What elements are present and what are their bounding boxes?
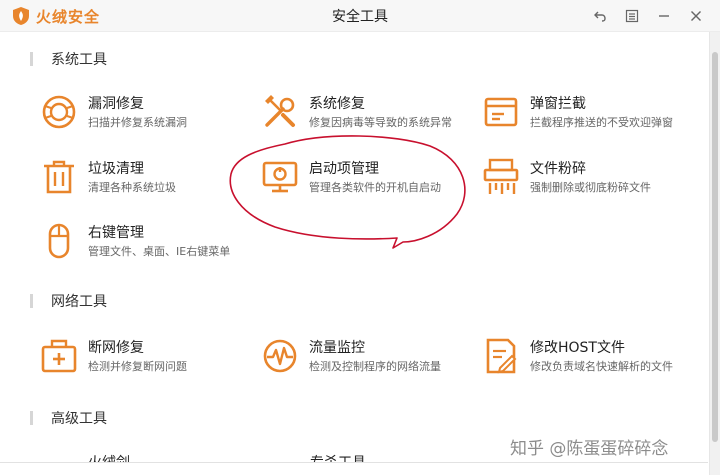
- host-file-icon: [482, 337, 520, 375]
- tool-name: 流量监控: [309, 340, 365, 356]
- tool-host-file[interactable]: 修改HOST文件 修改负责域名快速解析的文件: [482, 337, 682, 381]
- vertical-scrollbar[interactable]: [709, 32, 720, 475]
- tool-popup-block[interactable]: 弹窗拦截 拦截程序推送的不受欢迎弹窗: [482, 93, 682, 137]
- tool-network-repair[interactable]: 断网修复 检测并修复断网问题: [40, 337, 240, 381]
- close-icon: [691, 11, 701, 21]
- tool-desc: 管理文件、桌面、IE右键菜单: [88, 245, 231, 258]
- traffic-monitor-icon: [261, 337, 299, 375]
- tool-name: 启动项管理: [309, 161, 379, 177]
- tool-desc: 检测及控制程序的网络流量: [309, 360, 441, 373]
- section-network-tools: 网络工具: [30, 293, 107, 310]
- tool-name: 垃圾清理: [88, 161, 144, 177]
- section-title: 系统工具: [51, 52, 107, 68]
- trash-icon: [40, 158, 78, 196]
- bottom-cropped-strip: [0, 462, 708, 475]
- menu-icon: [625, 9, 639, 23]
- tool-desc: 扫描并修复系统漏洞: [88, 116, 187, 129]
- tool-desc: 检测并修复断网问题: [88, 360, 187, 373]
- tool-desc: 修复因病毒等导致的系统异常: [309, 116, 452, 129]
- tool-name: 断网修复: [88, 340, 144, 356]
- tool-context-menu-manager[interactable]: 右键管理 管理文件、桌面、IE右键菜单: [40, 222, 240, 266]
- monitor-icon: [261, 158, 299, 196]
- section-advanced-tools: 高级工具: [30, 410, 107, 427]
- tool-vuln-fix[interactable]: 漏洞修复 扫描并修复系统漏洞: [40, 93, 240, 137]
- close-button[interactable]: [686, 6, 706, 26]
- tool-junk-clean[interactable]: 垃圾清理 清理各种系统垃圾: [40, 158, 240, 202]
- section-system-tools: 系统工具: [30, 51, 107, 68]
- tool-desc: 管理各类软件的开机自启动: [309, 181, 441, 194]
- tool-name: 修改HOST文件: [530, 340, 625, 356]
- tool-traffic-monitor[interactable]: 流量监控 检测及控制程序的网络流量: [261, 337, 461, 381]
- section-divider: [30, 411, 33, 425]
- section-divider: [30, 52, 33, 66]
- scrollbar-thumb[interactable]: [712, 52, 718, 442]
- watermark-text: 知乎 @陈蛋蛋碎碎念: [510, 439, 669, 459]
- tool-desc: 修改负责域名快速解析的文件: [530, 360, 673, 373]
- tool-name: 漏洞修复: [88, 96, 144, 112]
- tool-file-shredder[interactable]: 文件粉碎 强制删除或彻底粉碎文件: [482, 158, 682, 202]
- minimize-icon: [659, 15, 669, 17]
- tool-desc: 强制删除或彻底粉碎文件: [530, 181, 651, 194]
- section-title: 高级工具: [51, 411, 107, 427]
- tool-name: 弹窗拦截: [530, 96, 586, 112]
- section-divider: [30, 294, 33, 308]
- menu-button[interactable]: [622, 6, 642, 26]
- popup-block-icon: [482, 93, 520, 131]
- shredder-icon: [482, 158, 520, 196]
- back-icon: [594, 11, 606, 22]
- back-button[interactable]: [590, 6, 610, 26]
- tool-name: 文件粉碎: [530, 161, 586, 177]
- vuln-fix-icon: [40, 93, 78, 131]
- mouse-icon: [40, 222, 78, 260]
- window-title: 安全工具: [332, 9, 388, 25]
- minimize-button[interactable]: [654, 6, 674, 26]
- title-bar: 火绒安全 安全工具: [0, 0, 720, 32]
- tool-desc: 清理各种系统垃圾: [88, 181, 176, 194]
- tool-startup-manager[interactable]: 启动项管理 管理各类软件的开机自启动: [261, 158, 461, 202]
- section-title: 网络工具: [51, 294, 107, 310]
- tool-name: 系统修复: [309, 96, 365, 112]
- tool-system-repair[interactable]: 系统修复 修复因病毒等导致的系统异常: [261, 93, 461, 137]
- network-repair-icon: [40, 337, 78, 375]
- wrench-icon: [261, 93, 299, 131]
- tool-name: 右键管理: [88, 225, 144, 241]
- tool-desc: 拦截程序推送的不受欢迎弹窗: [530, 116, 673, 129]
